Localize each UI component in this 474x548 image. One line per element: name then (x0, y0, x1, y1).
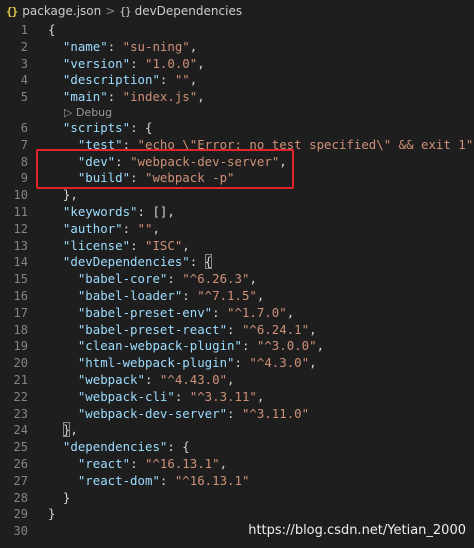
code-line[interactable]: }, (48, 422, 474, 439)
line-number: 7 (20, 137, 28, 152)
code-line[interactable]: "webpack-cli": "^3.3.11", (48, 389, 474, 406)
code-line[interactable]: "react-dom": "^16.13.1" (48, 473, 474, 490)
code-line[interactable]: "html-webpack-plugin": "^4.3.0", (48, 355, 474, 372)
code-line[interactable]: "name": "su-ning", (48, 39, 474, 56)
code-line[interactable]: "dependencies": { (48, 439, 474, 456)
breadcrumb-node[interactable]: devDependencies (135, 4, 243, 18)
highlight-box (36, 149, 294, 189)
code-line[interactable]: "babel-core": "^6.26.3", (48, 271, 474, 288)
line-number: 26 (13, 456, 28, 471)
line-number: 15 (13, 272, 28, 287)
editor-window: {} package.json > {} devDependencies 1 2… (0, 0, 474, 548)
line-number: 8 (20, 154, 28, 169)
line-number: 24 (13, 423, 28, 438)
code-line[interactable]: "version": "1.0.0", (48, 56, 474, 73)
code-line[interactable]: "babel-preset-env": "^1.7.0", (48, 305, 474, 322)
line-number: 10 (13, 188, 28, 203)
breadcrumb-separator: > (105, 4, 116, 18)
code-line[interactable]: "description": "", (48, 72, 474, 89)
line-number: 20 (13, 356, 28, 371)
code-line[interactable]: "license": "ISC", (48, 238, 474, 255)
line-number: 12 (13, 221, 28, 236)
breadcrumb-file[interactable]: package.json (22, 4, 101, 18)
code-line[interactable]: { (48, 22, 474, 39)
line-number: 23 (13, 406, 28, 421)
code-line[interactable]: }, (48, 187, 474, 204)
line-number: 2 (20, 39, 28, 54)
line-number: 9 (20, 171, 28, 186)
line-number: 27 (13, 473, 28, 488)
line-number: 17 (13, 305, 28, 320)
code-line[interactable]: "author": "", (48, 221, 474, 238)
line-number: 4 (20, 73, 28, 88)
line-number: 11 (13, 204, 28, 219)
code-line[interactable]: "clean-webpack-plugin": "^3.0.0", (48, 338, 474, 355)
breadcrumb: {} package.json > {} devDependencies (0, 0, 474, 22)
line-number: 1 (20, 23, 28, 37)
code-line[interactable]: "scripts": { (48, 120, 474, 137)
line-number: 25 (13, 440, 28, 455)
code-line[interactable]: "webpack": "^4.43.0", (48, 372, 474, 389)
code-line[interactable]: } (48, 506, 474, 523)
line-number: 3 (20, 56, 28, 71)
object-icon: {} (119, 4, 131, 18)
code-line[interactable]: "babel-loader": "^7.1.5", (48, 288, 474, 305)
line-number: 14 (13, 255, 28, 270)
code-line[interactable]: "webpack-dev-server": "^3.11.0" (48, 406, 474, 423)
code-line[interactable]: "babel-preset-react": "^6.24.1", (48, 322, 474, 339)
code-line[interactable]: "devDependencies": { (48, 254, 474, 271)
watermark: https://blog.csdn.net/Yetian_2000 (248, 523, 466, 538)
line-number: 30 (13, 524, 28, 539)
line-number: 19 (13, 339, 28, 354)
line-number-gutter: 1 2 3 4 5 6 7 8 9 10 11 12 13 14 15 16 1… (0, 22, 38, 540)
code-line[interactable]: "react": "^16.13.1", (48, 456, 474, 473)
line-number: 22 (13, 389, 28, 404)
code-area[interactable]: { "name": "su-ning", "version": "1.0.0",… (48, 22, 474, 540)
line-number: 6 (20, 120, 28, 135)
json-file-icon: {} (6, 4, 18, 18)
code-line[interactable]: "main": "index.js", (48, 89, 474, 106)
line-number: 13 (13, 238, 28, 253)
line-number: 21 (13, 372, 28, 387)
debug-codelens[interactable]: ▷ Debug (48, 106, 474, 120)
matching-bracket: { (204, 254, 213, 270)
code-line[interactable]: } (48, 490, 474, 507)
line-number: 16 (13, 288, 28, 303)
line-number: 18 (13, 322, 28, 337)
line-number: 5 (20, 90, 28, 105)
line-number: 29 (13, 507, 28, 522)
code-line[interactable]: "keywords": [], (48, 204, 474, 221)
codelens-spacer (0, 106, 38, 120)
line-number: 28 (13, 490, 28, 505)
